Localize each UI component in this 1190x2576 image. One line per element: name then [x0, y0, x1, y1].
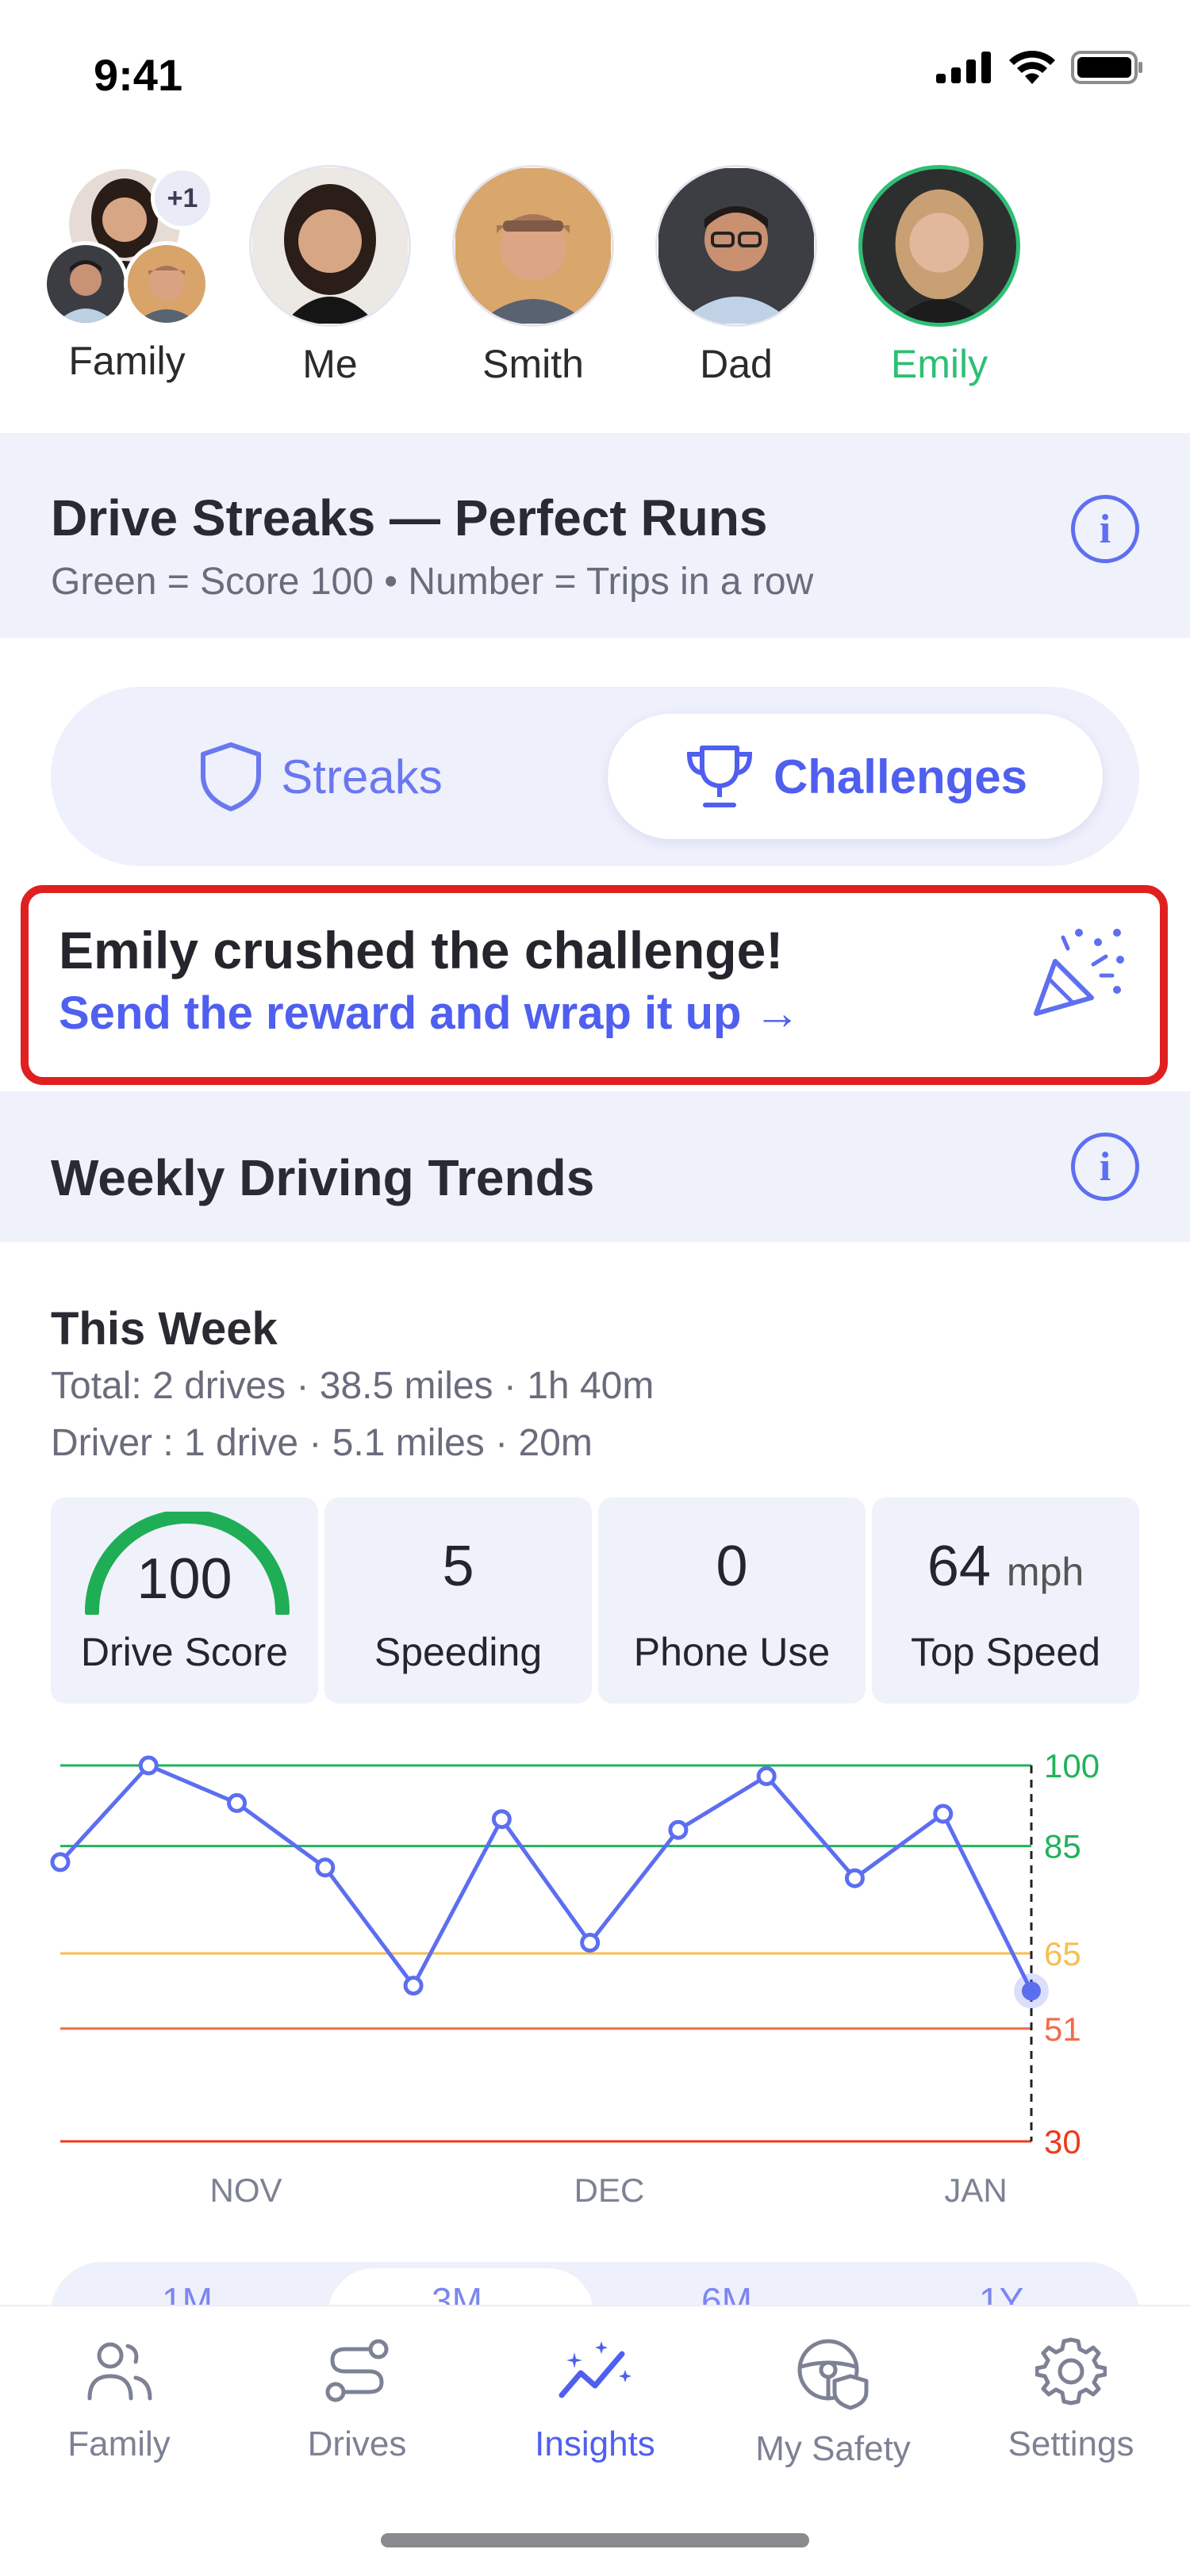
data-point	[844, 1868, 865, 1888]
insights-icon	[559, 2341, 631, 2398]
avatar	[249, 165, 411, 327]
section-title: Drive Streaks — Perfect Runs	[51, 489, 768, 546]
weekly-stats: 100 Drive Score 5 Speeding 0 Phone Use 6…	[51, 1497, 1139, 1704]
section-title: Weekly Driving Trends	[51, 1149, 595, 1206]
family-icon	[87, 2342, 152, 2401]
info-icon[interactable]: i	[1071, 1133, 1139, 1201]
profile-label: Me	[302, 342, 358, 386]
send-reward-link[interactable]: Send the reward and wrap it up →	[59, 987, 800, 1040]
tab-settings[interactable]: Settings	[952, 2335, 1190, 2464]
streaks-header: Drive Streaks — Perfect Runs Green = Sco…	[0, 433, 1190, 638]
data-point	[580, 1932, 601, 1953]
data-point	[668, 1819, 689, 1840]
threshold-label: 30	[1044, 2123, 1081, 2160]
tab-label: My Safety	[755, 2429, 911, 2468]
tab-label: Settings	[1008, 2425, 1134, 2463]
tab-label: Drives	[307, 2425, 407, 2463]
top-speed-label: Top Speed	[910, 1630, 1101, 1674]
tab-family[interactable]: Family	[0, 2335, 238, 2464]
phone-use-card: 0 Phone Use	[598, 1497, 866, 1704]
speeding-value: 5	[442, 1535, 474, 1598]
party-popper-icon	[1034, 929, 1124, 1016]
threshold-label: 65	[1044, 1935, 1081, 1972]
current-data-point	[1022, 1981, 1041, 2001]
avatar-selected	[858, 165, 1020, 327]
signal-icon	[936, 52, 991, 83]
profile-me[interactable]: Me	[246, 165, 414, 387]
profile-label: Family	[68, 339, 186, 383]
top-speed-value-wrap: 64 mph	[872, 1534, 1139, 1599]
top-speed-card: 64 mph Top Speed	[872, 1497, 1139, 1704]
total-summary: Total: 2 drives · 38.5 miles · 1h 40m	[51, 1365, 654, 1407]
speeding-label: Speeding	[374, 1630, 543, 1674]
series-line	[59, 1763, 1034, 1992]
home-indicator	[381, 2533, 809, 2547]
profile-smith[interactable]: Smith	[449, 165, 617, 387]
profile-emily[interactable]: Emily	[855, 165, 1023, 387]
profile-label: Emily	[890, 342, 988, 386]
driver-summary: Driver : 1 drive · 5.1 miles · 20m	[51, 1422, 593, 1464]
trophy-icon	[686, 746, 752, 807]
profile-label: Dad	[700, 342, 773, 386]
tab-label: Insights	[535, 2425, 655, 2463]
challenge-title: Emily crushed the challenge!	[59, 921, 784, 979]
drive-score-value: 100	[136, 1547, 232, 1611]
data-point	[933, 1804, 954, 1824]
data-point	[491, 1809, 512, 1830]
streaks-challenges-toggle: Streaks Challenges	[51, 687, 1139, 866]
challenge-complete-card[interactable]: Emily crushed the challenge! Send the re…	[21, 885, 1168, 1085]
data-point	[756, 1766, 777, 1787]
tab-streaks[interactable]: Streaks	[83, 714, 559, 839]
data-point	[403, 1976, 424, 1996]
drive-score-card: 100 Drive Score	[51, 1497, 318, 1704]
trends-header: Weekly Driving Trends i	[0, 1091, 1190, 1242]
phone-use-label: Phone Use	[633, 1630, 831, 1674]
section-subtitle: Green = Score 100 • Number = Trips in a …	[51, 561, 814, 603]
drive-score-label: Drive Score	[80, 1630, 289, 1674]
data-point	[315, 1857, 336, 1878]
data-point	[227, 1792, 248, 1813]
x-tick-label: JAN	[944, 2172, 1007, 2209]
data-point	[50, 1852, 71, 1873]
top-speed-value: 64	[927, 1535, 991, 1598]
data-point	[138, 1755, 159, 1776]
threshold-label: 100	[1044, 1747, 1100, 1784]
more-members-badge: +1	[151, 167, 214, 230]
route-icon	[325, 2339, 389, 2402]
tab-streaks-label: Streaks	[281, 749, 443, 803]
tab-insights[interactable]: Insights	[476, 2335, 714, 2464]
status-time: 9:41	[94, 50, 183, 100]
tab-my-safety[interactable]: My Safety	[714, 2335, 952, 2469]
tab-challenges-label: Challenges	[773, 749, 1028, 803]
steering-shield-icon	[797, 2339, 869, 2410]
tab-drives[interactable]: Drives	[238, 2335, 476, 2464]
battery-icon	[1071, 51, 1142, 84]
x-tick-label: DEC	[574, 2172, 645, 2209]
trend-chart: 100 85 65 51 30 NOV DEC JAN	[50, 1747, 1100, 2209]
x-tick-label: NOV	[209, 2172, 282, 2209]
threshold-label: 85	[1044, 1828, 1081, 1865]
shield-icon	[201, 742, 262, 811]
phone-use-value: 0	[716, 1535, 748, 1598]
avatar	[452, 165, 614, 327]
speeding-card: 5 Speeding	[324, 1497, 592, 1704]
gear-icon	[1035, 2337, 1107, 2405]
profile-dad[interactable]: Dad	[652, 165, 820, 387]
top-speed-unit: mph	[1006, 1550, 1084, 1594]
app-screen: 9:41 Family +1 Me Smith Dad Emily Drive …	[0, 0, 1190, 2576]
avatar	[124, 241, 209, 327]
tab-challenges[interactable]: Challenges	[608, 714, 1103, 839]
wifi-icon	[1009, 51, 1055, 84]
status-icons	[936, 51, 1144, 84]
threshold-label: 51	[1044, 2011, 1081, 2048]
avatar	[43, 241, 129, 327]
tab-label: Family	[67, 2425, 171, 2463]
info-icon[interactable]: i	[1071, 495, 1139, 563]
profile-label: Smith	[482, 342, 584, 386]
this-week-heading: This Week	[51, 1303, 278, 1355]
avatar	[655, 165, 817, 327]
